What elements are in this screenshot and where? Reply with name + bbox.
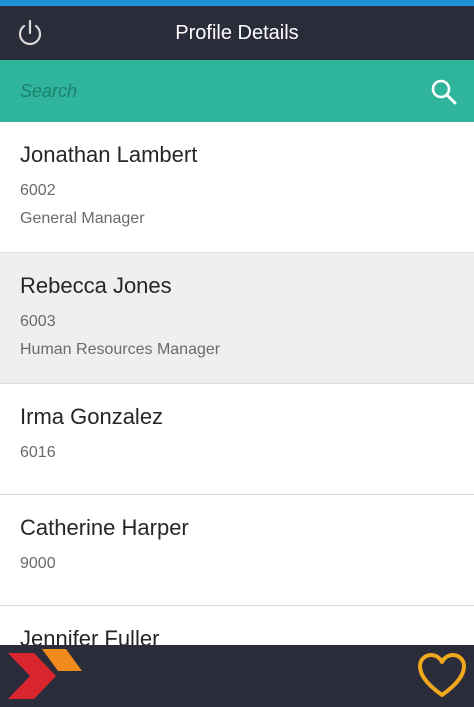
profile-details-screen: Profile Details Jonathan Lambert 6002 Ge… — [0, 0, 474, 707]
power-icon — [18, 19, 42, 46]
profile-row[interactable]: Catherine Harper 9000 — [0, 495, 474, 606]
profile-job-title: Human Resources Manager — [20, 341, 221, 358]
profile-id: 6016 — [20, 444, 56, 461]
profile-name: Rebecca Jones — [20, 273, 172, 298]
favorite-button[interactable] — [414, 649, 470, 703]
profile-row-selected[interactable]: Rebecca Jones 6003 Human Resources Manag… — [0, 253, 474, 384]
profile-row[interactable]: Jennifer Fuller — [0, 606, 474, 645]
app-footer — [0, 645, 474, 707]
heart-icon — [418, 653, 466, 697]
profile-name: Jennifer Fuller — [20, 626, 160, 645]
profile-name: Catherine Harper — [20, 515, 189, 540]
profile-row[interactable]: Jonathan Lambert 6002 General Manager — [0, 122, 474, 253]
page-title: Profile Details — [175, 22, 299, 44]
profile-id: 9000 — [20, 555, 56, 572]
profile-name: Irma Gonzalez — [20, 404, 164, 429]
brand-chevron-logo-icon — [8, 649, 82, 699]
search-input[interactable] — [20, 71, 410, 111]
power-button[interactable] — [12, 15, 48, 51]
app-header: Profile Details — [0, 6, 474, 60]
search-button[interactable] — [428, 76, 460, 108]
search-icon — [431, 79, 457, 105]
profile-row[interactable]: Irma Gonzalez 6016 — [0, 384, 474, 495]
profile-list: Jonathan Lambert 6002 General Manager Re… — [0, 122, 474, 645]
search-bar — [0, 60, 474, 122]
profile-id: 6002 — [20, 182, 56, 199]
profile-id: 6003 — [20, 313, 56, 330]
profile-job-title: General Manager — [20, 210, 145, 227]
profile-name: Jonathan Lambert — [20, 142, 198, 167]
